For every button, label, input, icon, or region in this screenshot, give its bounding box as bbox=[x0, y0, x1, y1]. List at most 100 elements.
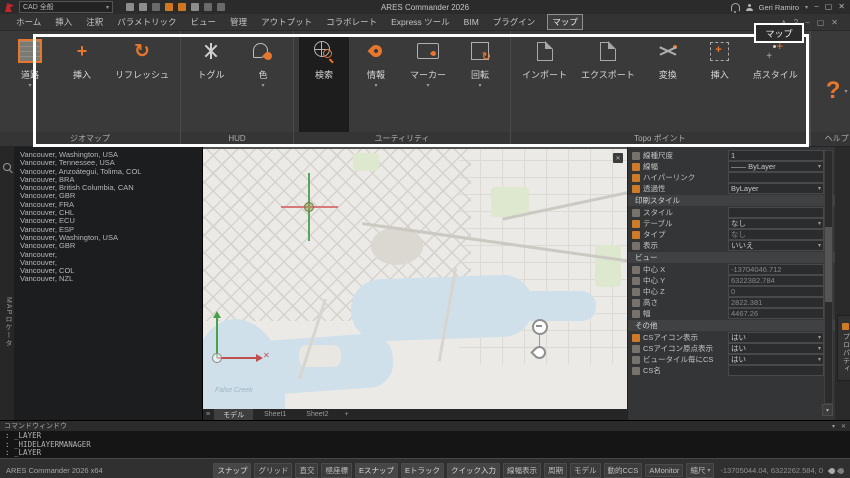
marker-button[interactable]: マーカー ▾ bbox=[403, 35, 453, 132]
section-view[interactable]: ビュー − bbox=[628, 252, 835, 263]
chevron-down-icon[interactable]: ▾ bbox=[818, 356, 821, 363]
scroll-down-button[interactable]: ▾ bbox=[822, 404, 833, 416]
workspace-select[interactable]: CAD 全般 ▾ bbox=[19, 1, 113, 13]
toggle-amonitor[interactable]: AMonitor bbox=[645, 464, 683, 477]
tab-insert[interactable]: 挿入 bbox=[53, 15, 74, 29]
chevron-down-icon[interactable]: ▾ bbox=[427, 83, 430, 89]
add-sheet-button[interactable]: + bbox=[339, 411, 353, 418]
doc-restore-icon[interactable]: ▢ bbox=[817, 18, 825, 27]
file-import-icon bbox=[537, 42, 553, 61]
ribbon-group-utility: 検索 情報 ▾ マーカー ▾ 回転 ▾ ユーティリティ bbox=[294, 31, 511, 146]
point-style-button[interactable]: 点スタイル bbox=[747, 35, 804, 132]
toggle-model[interactable]: モデル bbox=[570, 463, 601, 478]
chevron-down-icon[interactable]: ▾ bbox=[818, 242, 821, 249]
info-button[interactable]: 情報 ▾ bbox=[351, 35, 401, 132]
chevron-down-icon[interactable]: ▾ bbox=[818, 345, 821, 352]
export-icon[interactable] bbox=[178, 3, 186, 11]
user-name[interactable]: Geri Ramiro bbox=[759, 3, 799, 12]
import-button[interactable]: インポート bbox=[516, 35, 573, 132]
help-button[interactable]: ? ▾ bbox=[816, 35, 850, 132]
location-pin-icon[interactable] bbox=[828, 466, 836, 474]
scale-dropdown[interactable]: 縮尺 ▾ bbox=[686, 463, 714, 478]
command-close-icon[interactable]: ✕ bbox=[841, 423, 846, 430]
toggle-ortho[interactable]: 直交 bbox=[295, 463, 318, 478]
chevron-down-icon[interactable]: ▾ bbox=[28, 83, 31, 89]
minimize-button[interactable]: − bbox=[814, 3, 819, 11]
section-print-style[interactable]: 印刷スタイル − bbox=[628, 195, 835, 206]
new-file-icon[interactable] bbox=[126, 3, 134, 11]
toggle-etrack[interactable]: Eトラック bbox=[401, 463, 444, 478]
properties-scrollbar[interactable] bbox=[824, 150, 833, 404]
chevron-down-icon[interactable]: ▾ bbox=[375, 83, 378, 89]
doc-minimize-icon[interactable]: − bbox=[805, 18, 810, 27]
linetype-scale-icon bbox=[632, 152, 640, 160]
chevron-down-icon[interactable]: ▾ bbox=[805, 4, 808, 11]
help-icon[interactable]: ? bbox=[794, 18, 798, 27]
toggle-button[interactable]: トグル bbox=[186, 35, 236, 132]
ribbon-collapse-icon[interactable]: ∧ bbox=[781, 18, 787, 27]
command-window-header[interactable]: コマンドウィンドウ ▾ ✕ bbox=[0, 421, 850, 431]
tab-parametric[interactable]: パラメトリック bbox=[115, 15, 178, 29]
road-button[interactable]: 道路 ▾ bbox=[5, 35, 55, 132]
toggle-lineweight[interactable]: 線幅表示 bbox=[503, 463, 541, 478]
tab-map[interactable]: マップ bbox=[547, 14, 583, 30]
tab-express-tools[interactable]: Express ツール bbox=[389, 15, 452, 29]
chevron-down-icon[interactable]: ▾ bbox=[818, 185, 821, 192]
map-viewport[interactable]: False Creek ✕ ✕ bbox=[203, 147, 627, 409]
tab-sheet2[interactable]: Sheet2 bbox=[297, 409, 337, 420]
tab-collaborate[interactable]: コラボレート bbox=[324, 15, 379, 29]
import-icon[interactable] bbox=[165, 3, 173, 11]
tab-sheet1[interactable]: Sheet1 bbox=[255, 409, 295, 420]
tab-home[interactable]: ホーム bbox=[14, 15, 43, 29]
chevron-down-icon[interactable]: ▾ bbox=[818, 220, 821, 227]
property-row: CSアイコン原点表示 はい▾ bbox=[632, 343, 824, 354]
tab-bim[interactable]: BIM bbox=[462, 16, 481, 28]
tab-annotate[interactable]: 注釈 bbox=[84, 15, 105, 29]
print-icon[interactable] bbox=[191, 3, 199, 11]
tab-plugins[interactable]: プラグイン bbox=[491, 15, 538, 29]
command-options-icon[interactable]: ▾ bbox=[832, 423, 835, 430]
chevron-down-icon[interactable]: ▾ bbox=[818, 163, 821, 170]
ucs-x-marker: ✕ bbox=[263, 352, 270, 360]
chevron-down-icon[interactable]: ▾ bbox=[818, 334, 821, 341]
tab-manage[interactable]: 管理 bbox=[228, 15, 249, 29]
command-history[interactable]: : _LAYER : _HIDELAYERMANAGER : _LAYER bbox=[0, 431, 850, 459]
toggle-polar[interactable]: 極座標 bbox=[321, 463, 352, 478]
notifications-icon[interactable] bbox=[731, 3, 740, 12]
open-file-icon[interactable] bbox=[139, 3, 147, 11]
redo-icon[interactable] bbox=[217, 3, 225, 11]
color-button[interactable]: 色 ▾ bbox=[238, 35, 288, 132]
toggle-snap[interactable]: スナップ bbox=[213, 463, 251, 478]
viewport-close-button[interactable]: ✕ bbox=[613, 153, 623, 163]
section-misc[interactable]: その他 − bbox=[628, 320, 835, 331]
toggle-quick-input[interactable]: クイック入力 bbox=[447, 463, 500, 478]
locator-result[interactable]: Vancouver, NZL bbox=[20, 275, 202, 283]
search-button[interactable]: 検索 bbox=[299, 35, 349, 132]
doc-close-icon[interactable]: ✕ bbox=[831, 18, 838, 27]
rotate-button[interactable]: 回転 ▾ bbox=[455, 35, 505, 132]
convert-button[interactable]: 変換 bbox=[643, 35, 693, 132]
tab-output[interactable]: アウトプット bbox=[259, 15, 314, 29]
tab-view[interactable]: ビュー bbox=[189, 15, 219, 29]
toggle-grid[interactable]: グリッド bbox=[254, 463, 292, 478]
maximize-button[interactable]: ▢ bbox=[825, 3, 833, 11]
save-icon[interactable] bbox=[152, 3, 160, 11]
refresh-button[interactable]: ↻ リフレッシュ bbox=[109, 35, 175, 132]
map-park bbox=[353, 153, 379, 171]
toggle-dynamic-ccs[interactable]: 動的CCS bbox=[604, 463, 643, 478]
geolocation-icon[interactable] bbox=[837, 466, 845, 474]
properties-palette-tab[interactable]: プロパティ bbox=[837, 315, 850, 381]
map-locator-tab[interactable]: MAPロケータ bbox=[3, 297, 13, 347]
tab-model[interactable]: モデル bbox=[214, 409, 253, 420]
export-button[interactable]: エクスポート bbox=[575, 35, 641, 132]
sheet-menu-icon[interactable]: ≡ bbox=[206, 411, 210, 418]
chevron-down-icon[interactable]: ▾ bbox=[844, 89, 847, 95]
insert-geomap-button[interactable]: + 挿入 bbox=[57, 35, 107, 132]
toggle-cycle[interactable]: 周期 bbox=[544, 463, 567, 478]
close-button[interactable]: ✕ bbox=[838, 3, 845, 11]
insert-topo-button[interactable]: 挿入 bbox=[695, 35, 745, 132]
chevron-down-icon[interactable]: ▾ bbox=[262, 83, 265, 89]
undo-icon[interactable] bbox=[204, 3, 212, 11]
chevron-down-icon[interactable]: ▾ bbox=[479, 83, 482, 89]
toggle-esnap[interactable]: Eスナップ bbox=[355, 463, 398, 478]
